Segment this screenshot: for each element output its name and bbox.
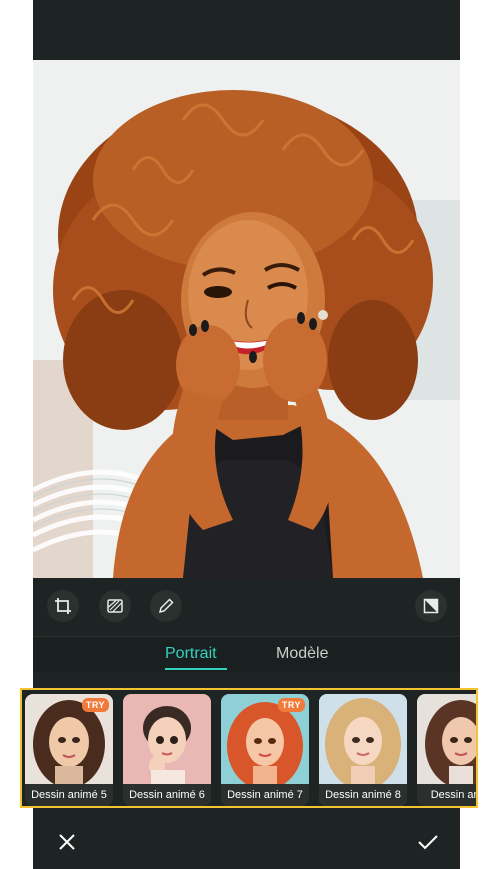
style-label: Dessin animé 6 xyxy=(123,784,211,806)
tab-modele[interactable]: Modèle xyxy=(276,645,328,663)
close-icon[interactable] xyxy=(55,830,79,854)
cartoon-portrait-image xyxy=(33,60,460,578)
top-bar xyxy=(33,0,460,60)
style-card[interactable]: Dessin animé 6 xyxy=(123,694,211,806)
compare-icon[interactable] xyxy=(415,590,447,622)
active-tab-indicator xyxy=(165,668,227,670)
texture-icon[interactable] xyxy=(99,590,131,622)
try-badge: TRY xyxy=(81,698,109,712)
confirm-check-icon[interactable] xyxy=(416,830,440,854)
category-tabs: Portrait Modèle xyxy=(33,636,460,673)
style-label: Dessin animé 5 xyxy=(25,784,113,806)
edit-toolbar xyxy=(33,578,460,636)
crop-icon[interactable] xyxy=(47,590,79,622)
style-thumbnail xyxy=(319,694,407,784)
style-card[interactable]: TRY Dessin animé 7 xyxy=(221,694,309,806)
style-carousel[interactable]: TRY Dessin animé 5 Dessin animé 6 TRY De… xyxy=(20,688,478,808)
style-thumbnail xyxy=(123,694,211,784)
try-badge: TRY xyxy=(277,698,305,712)
pencil-icon[interactable] xyxy=(150,590,182,622)
bottom-action-bar xyxy=(33,810,460,869)
photo-preview[interactable] xyxy=(33,60,460,578)
style-card-selected[interactable]: Dessin animé 8 xyxy=(319,694,407,806)
style-card[interactable]: Dessin anim xyxy=(417,694,476,806)
style-label: Dessin animé 8 xyxy=(319,784,407,806)
tab-portrait[interactable]: Portrait xyxy=(165,645,217,663)
style-thumbnail xyxy=(417,694,476,784)
style-card[interactable]: TRY Dessin animé 5 xyxy=(25,694,113,806)
style-label: Dessin anim xyxy=(417,784,476,806)
style-label: Dessin animé 7 xyxy=(221,784,309,806)
